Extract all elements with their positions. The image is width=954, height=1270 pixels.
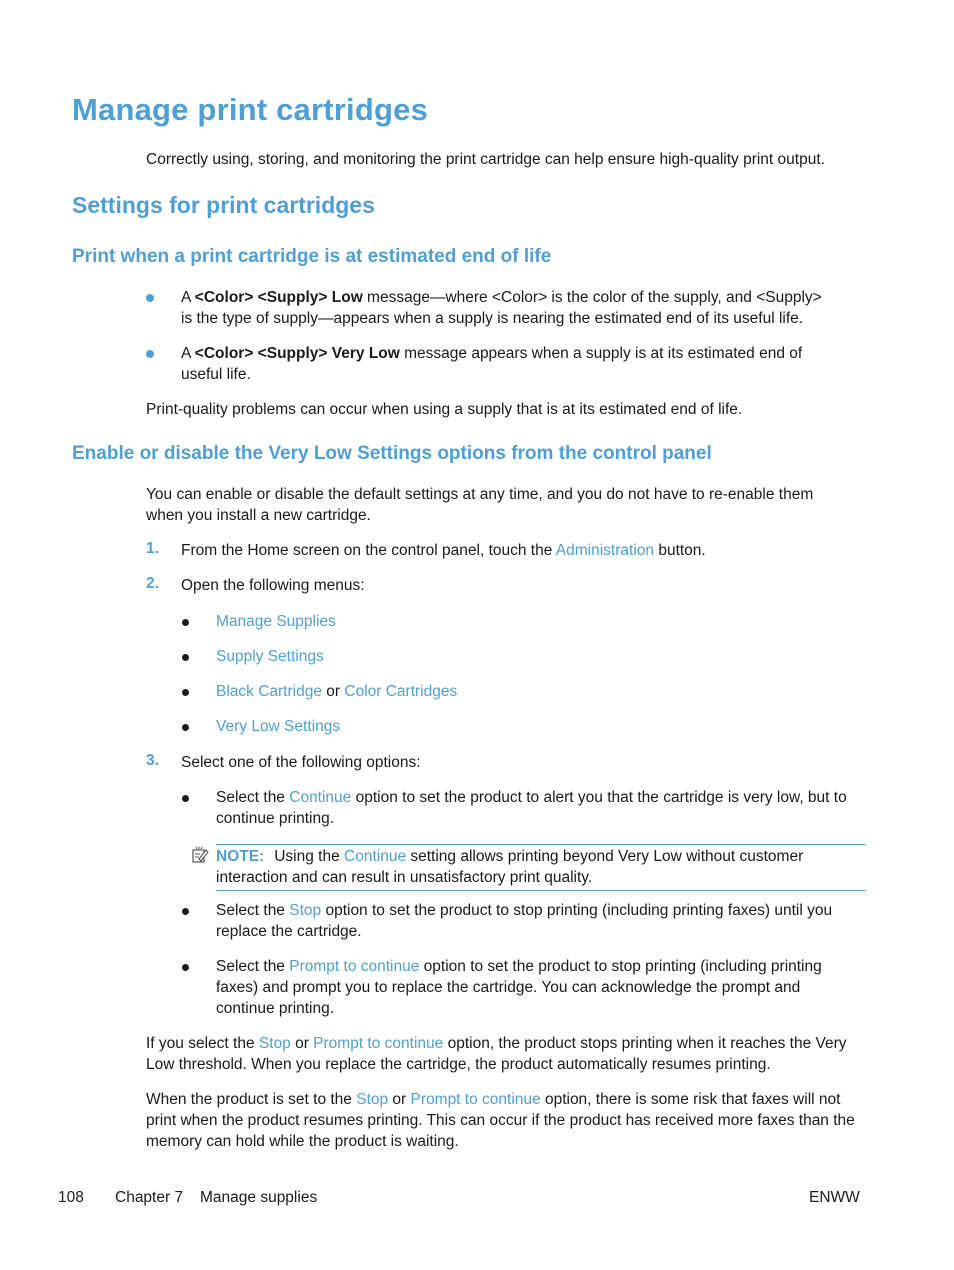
- step-number: 3.: [146, 752, 159, 769]
- bullet-icon: [146, 294, 154, 302]
- menu-item: Black Cartridge or Color Cartridges: [216, 683, 458, 700]
- fax-risk-paragraph: When the product is set to the Stop or P…: [146, 1091, 855, 1150]
- note-pencil-icon: [192, 846, 209, 863]
- note-box: NOTE: Using the Continue setting allows p…: [216, 844, 866, 891]
- section-heading: Settings for print cartridges: [72, 192, 375, 218]
- page-title: Manage print cartridges: [72, 92, 429, 127]
- administration-link[interactable]: Administration: [556, 542, 654, 559]
- option-item: Select the Prompt to continue option to …: [216, 958, 822, 1017]
- stop-behavior-paragraph: If you select the Stop or Prompt to cont…: [146, 1035, 847, 1073]
- option-item: Select the Stop option to set the produc…: [216, 902, 833, 940]
- list-item: A <Color> <Supply> Very Low message appe…: [181, 345, 803, 383]
- step-text: From the Home screen on the control pane…: [181, 542, 706, 559]
- note-label: NOTE:: [216, 848, 265, 865]
- bullet-icon: [182, 964, 189, 971]
- footer-chapter: Chapter 7: [115, 1189, 184, 1206]
- color-cartridges-link[interactable]: Color Cartridges: [344, 683, 457, 700]
- bullet-icon: [182, 795, 189, 802]
- stop-link[interactable]: Stop: [289, 902, 321, 919]
- step-number: 1.: [146, 540, 159, 557]
- very-low-settings-link[interactable]: Very Low Settings: [216, 718, 340, 735]
- bullet-icon: [182, 619, 189, 626]
- bullet-icon: [182, 689, 189, 696]
- page-number: 108: [58, 1189, 84, 1206]
- footer-locale: ENWW: [809, 1189, 860, 1206]
- message-name: <Color> <Supply> Very Low: [194, 345, 400, 362]
- intro-paragraph: Correctly using, storing, and monitoring…: [146, 151, 825, 168]
- continue-link[interactable]: Continue: [344, 848, 406, 865]
- prompt-to-continue-link[interactable]: Prompt to continue: [289, 958, 419, 975]
- message-name: <Color> <Supply> Low: [194, 289, 363, 306]
- subsection-heading-very-low-settings: Enable or disable the Very Low Settings …: [72, 443, 712, 464]
- subsection-heading-end-of-life: Print when a print cartridge is at estim…: [72, 246, 552, 267]
- document-page: Manage print cartridges Correctly using,…: [0, 0, 954, 1270]
- supply-settings-link[interactable]: Supply Settings: [216, 648, 324, 665]
- stop-link[interactable]: Stop: [259, 1035, 291, 1052]
- end-of-life-paragraph: Print-quality problems can occur when us…: [146, 401, 743, 418]
- black-cartridge-link[interactable]: Black Cartridge: [216, 683, 322, 700]
- continue-link[interactable]: Continue: [289, 789, 351, 806]
- prompt-to-continue-link[interactable]: Prompt to continue: [411, 1091, 541, 1108]
- bullet-icon: [182, 908, 189, 915]
- bullet-icon: [182, 724, 189, 731]
- manage-supplies-link[interactable]: Manage Supplies: [216, 613, 336, 630]
- step-number: 2.: [146, 575, 159, 592]
- list-item: A <Color> <Supply> Low message—where <Co…: [181, 289, 822, 327]
- step-text: Open the following menus:: [181, 577, 365, 594]
- step-text: Select one of the following options:: [181, 754, 421, 771]
- stop-link[interactable]: Stop: [356, 1091, 388, 1108]
- bullet-icon: [182, 654, 189, 661]
- menu-item: Very Low Settings: [216, 716, 866, 737]
- very-low-intro-paragraph: You can enable or disable the default se…: [146, 486, 814, 524]
- menu-item: Manage Supplies: [216, 611, 866, 632]
- menu-item: Supply Settings: [216, 646, 866, 667]
- bullet-icon: [146, 350, 154, 358]
- footer-chapter-title: Manage supplies: [200, 1189, 318, 1206]
- prompt-to-continue-link[interactable]: Prompt to continue: [313, 1035, 443, 1052]
- option-item: Select the Continue option to set the pr…: [216, 789, 847, 827]
